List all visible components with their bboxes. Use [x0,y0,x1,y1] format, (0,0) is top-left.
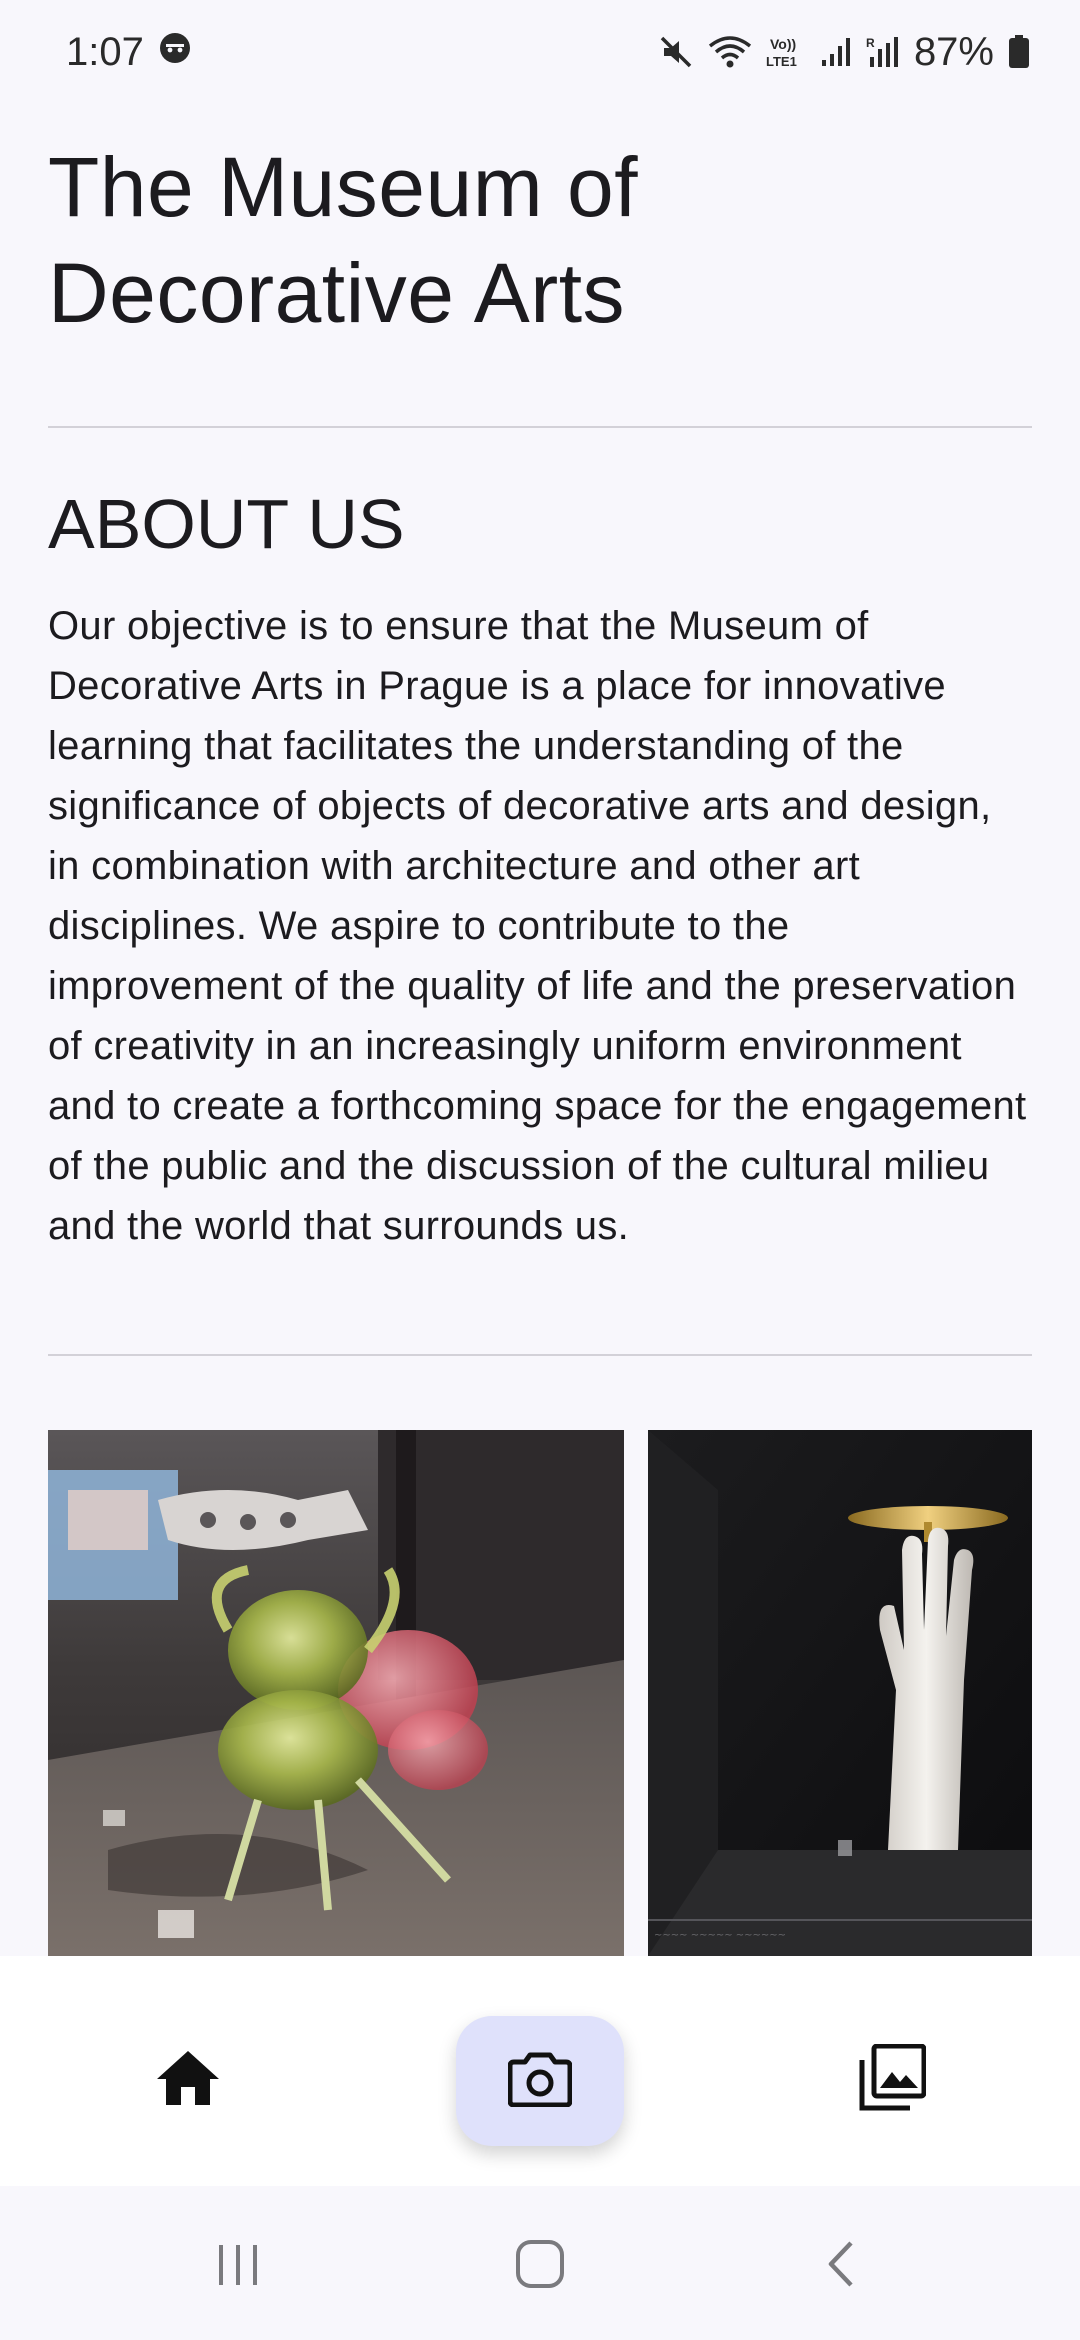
status-left: 1:07 [66,30,192,75]
photo-library-icon [858,2043,927,2117]
page-title: The Museum of Decorative Arts [48,140,639,340]
back-icon [817,2239,867,2294]
bottom-navigation [0,1956,1080,2186]
home-icon [155,2049,221,2112]
recents-button[interactable] [198,2226,278,2306]
svg-text:LTE1: LTE1 [766,54,797,69]
svg-text:~~~~ ~~~~~ ~~~~~~: ~~~~ ~~~~~ ~~~~~~ [654,1930,786,1941]
divider [48,426,1032,428]
svg-text:Vo)): Vo)) [770,36,796,52]
wifi-icon [708,34,752,70]
divider [48,1354,1032,1356]
battery-percent: 87% [913,29,994,74]
system-navigation-bar [0,2186,1080,2340]
nav-home-button[interactable] [138,2030,238,2130]
camera-icon [507,2051,573,2112]
porcelain-hand-photo[interactable]: ~~~~ ~~~~~ ~~~~~~ [648,1430,1032,1956]
battery-icon [1008,35,1030,69]
svg-text:R: R [866,36,875,50]
status-time: 1:07 [66,29,144,74]
face-icon [158,30,192,75]
home-circle-icon [515,2239,565,2294]
glass-sculpture-photo[interactable] [48,1430,624,1956]
main-content: The Museum of Decorative Arts ABOUT US O… [48,104,1032,1356]
status-right: Vo)) LTE1 R 87% [658,30,1030,75]
photo-gallery[interactable]: ~~~~ ~~~~~ ~~~~~~ [48,1430,1032,1956]
back-button[interactable] [802,2226,882,2306]
mute-icon [658,34,694,70]
recents-icon [213,2239,263,2294]
nav-camera-button[interactable] [456,2016,624,2146]
system-home-button[interactable] [500,2226,580,2306]
about-heading: ABOUT US [48,485,405,563]
signal-icon [820,36,852,68]
about-text: Our objective is to ensure that the Muse… [48,604,1027,1248]
status-bar: 1:07 Vo)) LTE1 R 87% [0,0,1080,104]
volte-icon: Vo)) LTE1 [766,34,806,70]
nav-gallery-button[interactable] [842,2030,942,2130]
signal-r-icon: R [866,35,900,69]
